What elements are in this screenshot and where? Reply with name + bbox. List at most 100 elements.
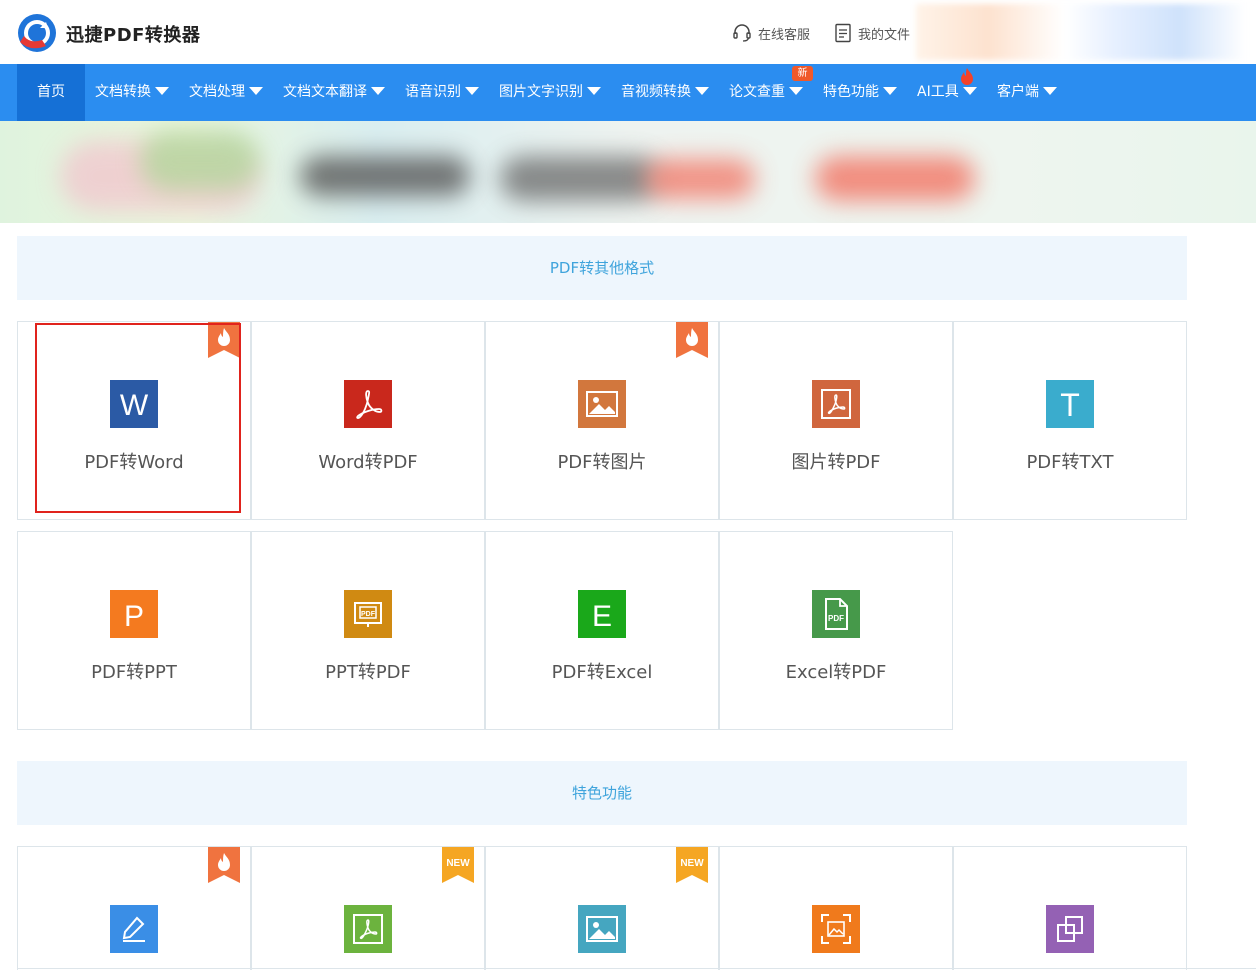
acrobat-icon xyxy=(344,380,392,428)
banner-blob xyxy=(815,156,975,201)
tool-card-excel-to-pdf[interactable]: PDF Excel转PDF xyxy=(719,531,953,730)
nav-item-label: 文档文本翻译 xyxy=(283,84,367,100)
user-area-blurred[interactable] xyxy=(916,4,1246,60)
nav-item-featured[interactable]: 特色功能 xyxy=(823,64,897,121)
tool-card-pdf-to-excel[interactable]: E PDF转Excel xyxy=(485,531,719,730)
nav-item-label: 音视频转换 xyxy=(621,84,691,100)
tool-card-pdf-to-word[interactable]: W PDF转Word xyxy=(17,321,251,520)
my-files-link[interactable]: 我的文件 xyxy=(834,23,910,43)
new-ribbon-icon: NEW xyxy=(442,847,474,883)
banner-blob xyxy=(140,131,260,191)
divider xyxy=(17,968,1256,969)
nav-item-label: 图片文字识别 xyxy=(499,84,583,100)
nav-item-label: 语音识别 xyxy=(405,84,461,100)
chevron-down-icon xyxy=(371,87,385,95)
tool-label: Word转PDF xyxy=(318,452,418,473)
logo-icon[interactable] xyxy=(16,12,58,54)
main-nav: 首页 文档转换 文档处理 文档文本翻译 语音识别 图片文字识别 音视频转换 论文… xyxy=(0,64,1256,121)
banner-blob xyxy=(500,156,660,201)
word-icon: W xyxy=(110,380,158,428)
featured-card-scan-image[interactable] xyxy=(719,846,953,970)
tool-label: Excel转PDF xyxy=(785,662,887,683)
tool-card-pdf-to-txt[interactable]: T PDF转TXT xyxy=(953,321,1187,520)
featured-card-edit[interactable] xyxy=(17,846,251,970)
svg-text:PDF: PDF xyxy=(361,611,376,618)
pdf-slide-icon: PDF xyxy=(344,590,392,638)
top-bar: 迅捷PDF转换器 在线客服 我的文件 xyxy=(0,0,1256,64)
tool-card-pdf-to-ppt[interactable]: P PDF转PPT xyxy=(17,531,251,730)
svg-text:T: T xyxy=(1060,387,1080,423)
headset-icon xyxy=(733,24,751,42)
my-files-label: 我的文件 xyxy=(858,27,911,43)
nav-item-doc-process[interactable]: 文档处理 xyxy=(189,64,263,121)
image-icon xyxy=(578,380,626,428)
chevron-down-icon xyxy=(155,87,169,95)
new-ribbon-icon: NEW xyxy=(676,847,708,883)
nav-item-label: 首页 xyxy=(37,84,65,100)
nav-item-ocr[interactable]: 图片文字识别 xyxy=(499,64,601,121)
chevron-down-icon xyxy=(587,87,601,95)
nav-item-av-convert[interactable]: 音视频转换 xyxy=(621,64,709,121)
hot-ribbon-icon xyxy=(208,847,240,883)
tool-label: PDF转Word xyxy=(84,452,184,473)
chevron-down-icon xyxy=(883,87,897,95)
brand-name[interactable]: 迅捷PDF转换器 xyxy=(66,21,200,47)
hot-ribbon-icon xyxy=(676,322,708,358)
nav-item-label: 文档处理 xyxy=(189,84,245,100)
new-badge: 新 xyxy=(792,66,813,81)
online-service-label: 在线客服 xyxy=(758,27,811,43)
svg-text:PDF: PDF xyxy=(828,614,844,623)
nav-item-speech[interactable]: 语音识别 xyxy=(405,64,479,121)
scan-image-icon xyxy=(812,905,860,953)
nav-item-translate[interactable]: 文档文本翻译 xyxy=(283,64,385,121)
nav-item-client[interactable]: 客户端 xyxy=(997,64,1057,121)
nav-item-home[interactable]: 首页 xyxy=(17,64,85,121)
hot-ribbon-icon xyxy=(208,322,240,358)
svg-text:W: W xyxy=(120,389,149,422)
acrobat-icon xyxy=(812,380,860,428)
section-title-pdf-convert: PDF转其他格式 xyxy=(17,236,1187,300)
nav-item-label: 客户端 xyxy=(997,84,1039,100)
online-service-link[interactable]: 在线客服 xyxy=(732,23,810,43)
banner-blob xyxy=(300,156,470,196)
nav-item-label: AI工具 xyxy=(917,84,959,100)
tool-label: PDF转TXT xyxy=(1026,452,1114,473)
banner-blob xyxy=(645,159,755,199)
image-icon xyxy=(578,905,626,953)
tool-label: 图片转PDF xyxy=(791,452,881,473)
text-icon: T xyxy=(1046,380,1094,428)
chevron-down-icon xyxy=(962,87,977,95)
chevron-down-icon xyxy=(249,87,263,95)
tool-label: PDF转Excel xyxy=(551,662,653,683)
pdf-file-icon: PDF xyxy=(812,590,860,638)
new-ribbon-label: NEW xyxy=(446,858,470,869)
featured-card-image[interactable]: NEW xyxy=(485,846,719,970)
acrobat-icon xyxy=(344,905,392,953)
document-icon xyxy=(835,23,851,43)
nav-item-label: 论文查重 xyxy=(729,84,785,100)
nav-item-label: 特色功能 xyxy=(823,84,879,100)
svg-text:P: P xyxy=(124,600,144,633)
chevron-down-icon xyxy=(1043,87,1057,95)
section-title-featured: 特色功能 xyxy=(17,761,1187,825)
tool-card-image-to-pdf[interactable]: 图片转PDF xyxy=(719,321,953,520)
svg-text:E: E xyxy=(592,600,612,633)
tool-label: PPT转PDF xyxy=(325,662,411,683)
nav-item-label: 文档转换 xyxy=(95,84,151,100)
edit-icon xyxy=(110,905,158,953)
promo-banner[interactable] xyxy=(0,121,1256,223)
featured-card-copy[interactable] xyxy=(953,846,1187,970)
powerpoint-icon: P xyxy=(110,590,158,638)
nav-item-doc-convert[interactable]: 文档转换 xyxy=(95,64,169,121)
chevron-down-icon xyxy=(789,87,803,95)
featured-card-pdf[interactable]: NEW xyxy=(251,846,485,970)
tool-card-pdf-to-image[interactable]: PDF转图片 xyxy=(485,321,719,520)
new-ribbon-label: NEW xyxy=(680,858,704,869)
tool-label: PDF转PPT xyxy=(91,662,177,683)
tool-card-ppt-to-pdf[interactable]: PDF PPT转PDF xyxy=(251,531,485,730)
copy-icon xyxy=(1046,905,1094,953)
chevron-down-icon xyxy=(695,87,709,95)
tool-label: PDF转图片 xyxy=(557,452,647,473)
fire-icon xyxy=(961,68,973,85)
tool-card-word-to-pdf[interactable]: Word转PDF xyxy=(251,321,485,520)
